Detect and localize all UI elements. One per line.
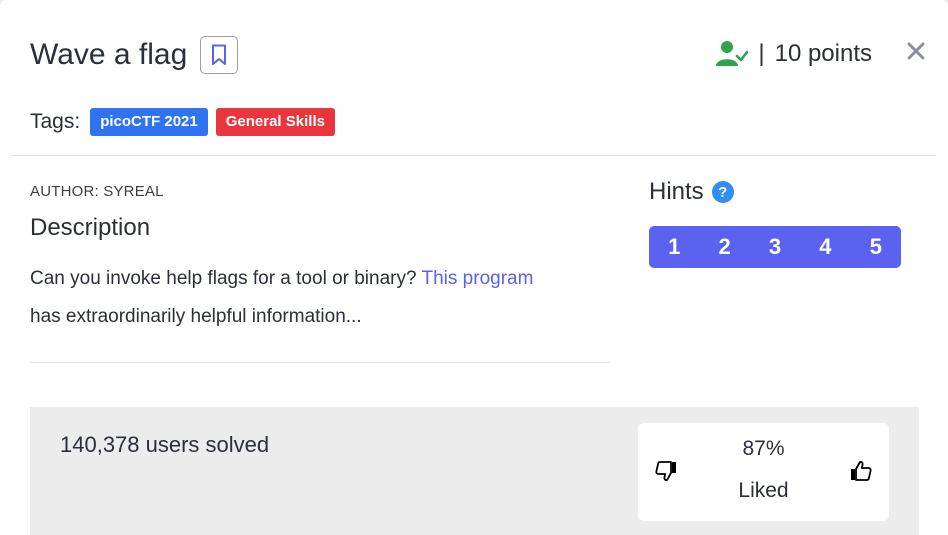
thumbs-up-icon[interactable]: [849, 459, 873, 483]
modal-header: Wave a flag | 10 points: [30, 36, 928, 80]
description-text: Can you invoke help flags for a tool or …: [30, 260, 610, 336]
tags-label: Tags:: [30, 110, 81, 133]
solved-count: 140,378 users solved: [60, 432, 270, 457]
close-button[interactable]: [904, 36, 928, 66]
hints-section: Hints ? 1 2 3 4 5: [649, 178, 901, 268]
stats-panel: 140,378 users solved 87% Liked: [30, 407, 919, 535]
hints-header: Hints ?: [649, 178, 901, 206]
hints-title: Hints: [649, 178, 704, 205]
tag-picoctf-2021[interactable]: picoCTF 2021: [90, 108, 208, 136]
liked-percent: 87%: [742, 437, 785, 460]
hint-button-3[interactable]: 3: [750, 226, 800, 268]
like-card: 87% Liked: [638, 423, 889, 521]
description-divider: [30, 362, 610, 363]
help-icon[interactable]: ?: [711, 181, 734, 203]
user-check-icon: [716, 41, 749, 66]
tag-general-skills[interactable]: General Skills: [215, 108, 335, 136]
description-title: Description: [30, 214, 151, 241]
hint-button-1[interactable]: 1: [649, 226, 699, 268]
challenge-title: Wave a flag: [30, 38, 188, 71]
challenge-modal: Wave a flag | 10 points Tags: picoCTF 20…: [0, 0, 948, 535]
author-label: AUTHOR: SYREAL: [30, 183, 164, 200]
points-area: | 10 points: [716, 40, 872, 68]
points-separator: |: [758, 40, 765, 67]
tags-row: Tags: picoCTF 2021 General Skills: [30, 108, 335, 136]
description-text-part-1: Can you invoke help flags for a tool or …: [30, 268, 417, 289]
description-text-part-2: has extraordinarily helpful information.…: [30, 306, 362, 327]
bookmark-icon: [212, 44, 226, 65]
points-value: 10 points: [774, 40, 872, 67]
program-link[interactable]: This program: [422, 268, 534, 289]
description-section: AUTHOR: SYREAL Description Can you invok…: [30, 183, 610, 336]
hint-button-2[interactable]: 2: [699, 226, 749, 268]
hint-button-5[interactable]: 5: [851, 226, 901, 268]
hint-button-4[interactable]: 4: [800, 226, 850, 268]
bookmark-button[interactable]: [200, 36, 238, 74]
header-divider: [12, 155, 936, 156]
hint-button-group: 1 2 3 4 5: [649, 226, 901, 268]
close-icon: [907, 42, 925, 60]
